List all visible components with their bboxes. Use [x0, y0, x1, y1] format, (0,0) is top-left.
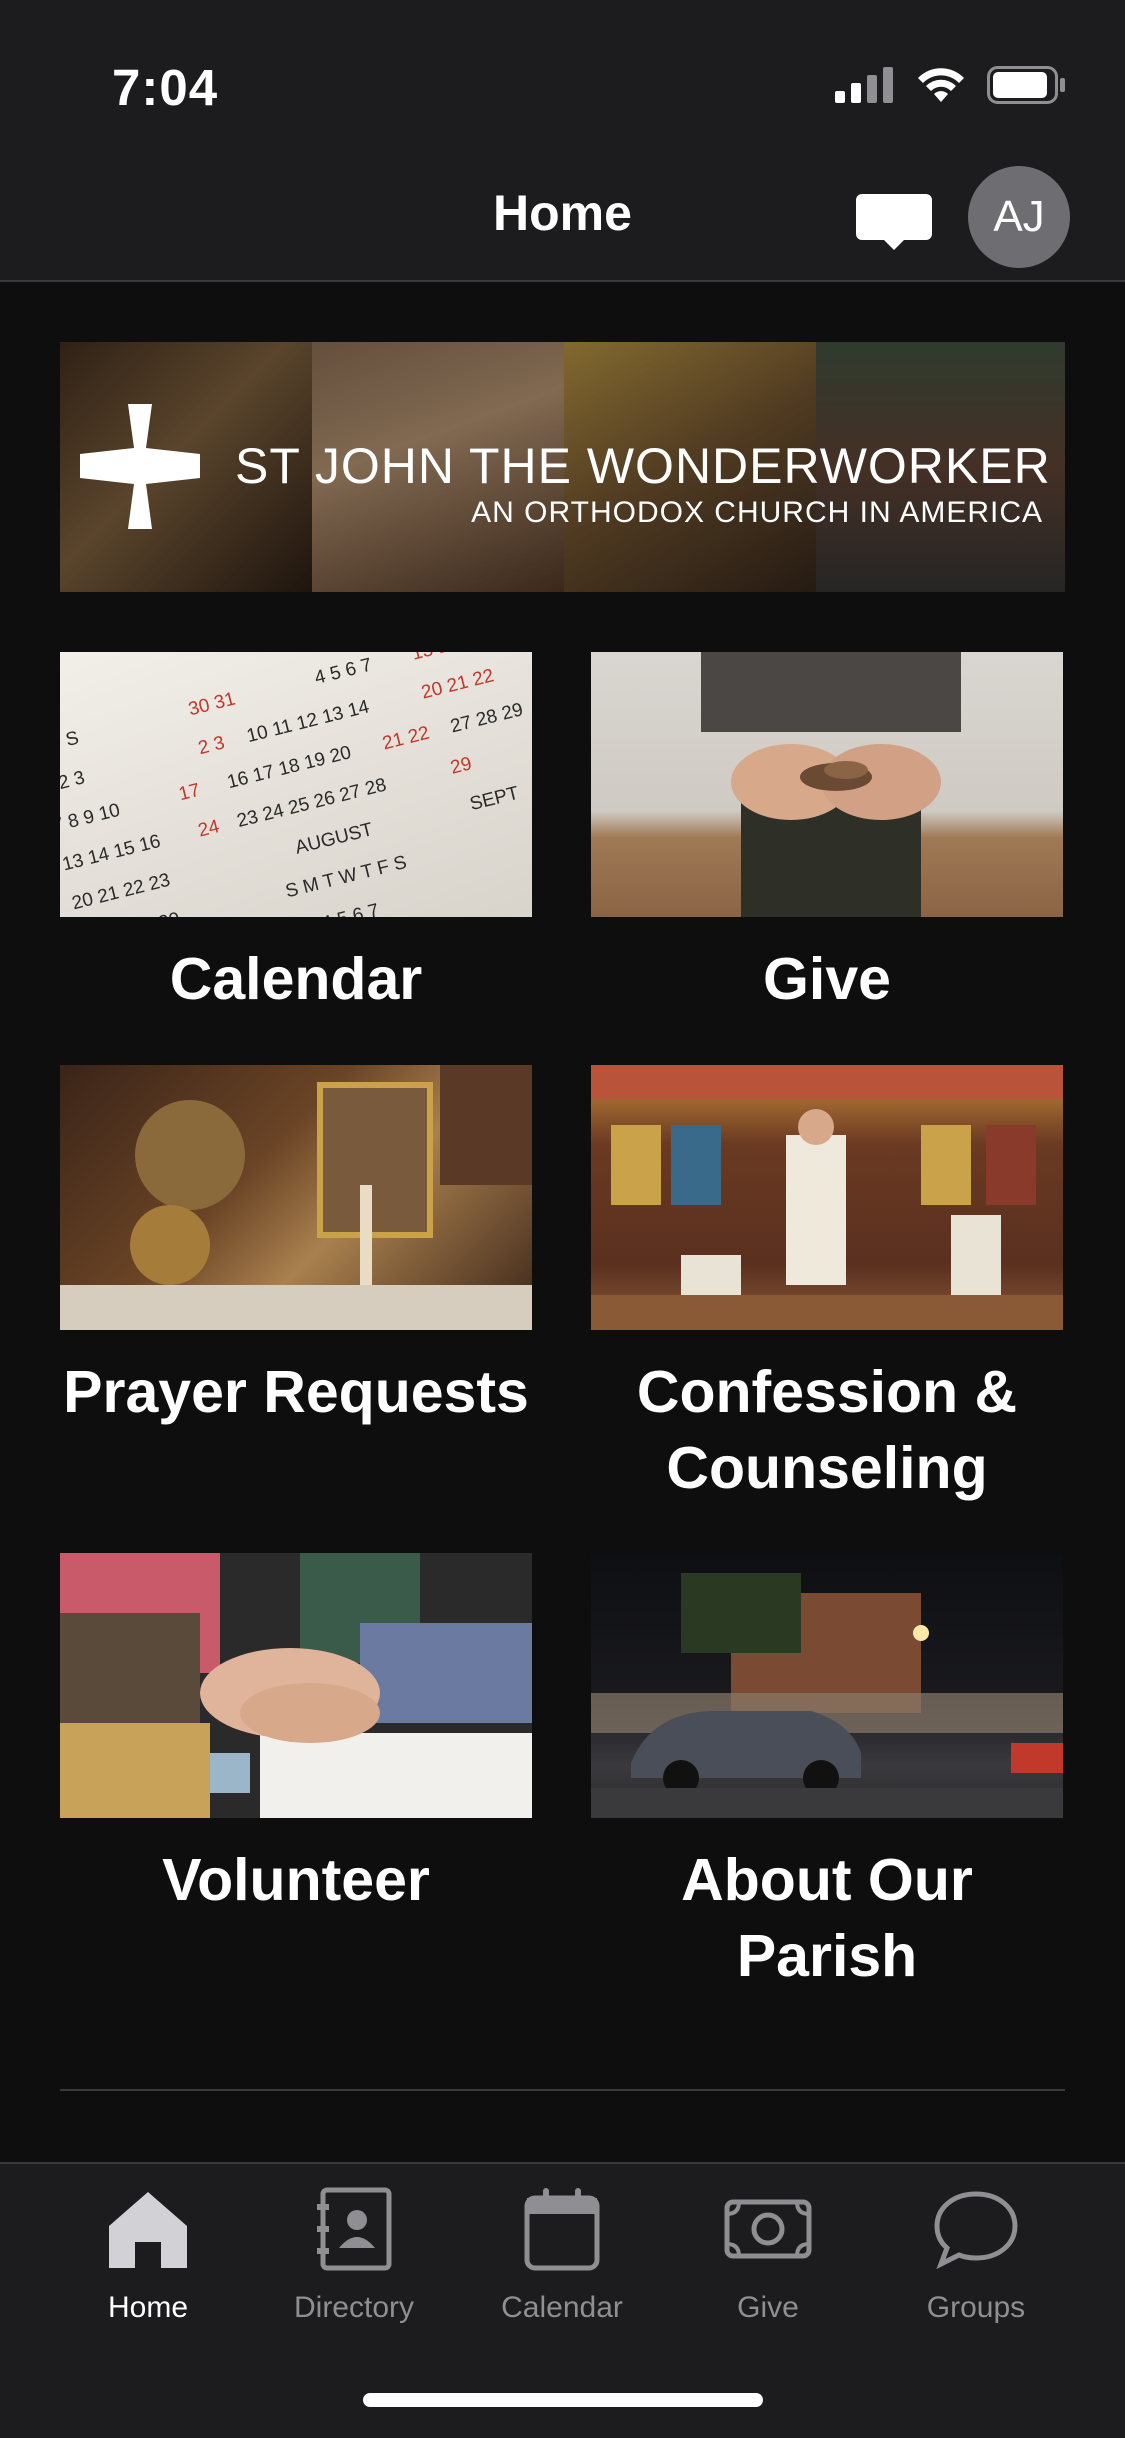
avatar[interactable]: AJ — [968, 166, 1070, 268]
tile-prayer-requests-label: Prayer Requests — [63, 1359, 529, 1425]
tile-calendar-label: Calendar — [169, 946, 423, 1012]
tab-directory-label: Directory — [293, 2291, 414, 2324]
main-content: ST JOHN THE WONDERWORKER AN ORTHODOX CHU… — [0, 282, 1125, 2162]
tile-volunteer-label: Volunteer — [162, 1847, 430, 1913]
chat-icon — [934, 2191, 1018, 2270]
tile-give-label: Give — [763, 946, 891, 1012]
svg-text:S M T W T F S: S M T W T F S — [283, 852, 409, 902]
church-interior-photo-art — [591, 1065, 1063, 1330]
tab-directory[interactable]: Directory — [254, 2184, 454, 2325]
banner-title: ST JOHN THE WONDERWORKER — [235, 438, 1051, 494]
signal-icon — [835, 67, 893, 103]
banner-subtitle: AN ORTHODOX CHURCH IN AMERICA — [471, 496, 1043, 529]
night-street-photo-art — [591, 1573, 1063, 1818]
tile-confession-counseling[interactable]: Confession & Counseling — [591, 1065, 1063, 1506]
home-icon — [109, 2192, 187, 2268]
tab-calendar-label: Calendar — [501, 2291, 623, 2324]
nav-header: Home AJ — [0, 140, 1125, 282]
svg-text:20 21 22 23: 20 21 22 23 — [70, 870, 172, 915]
give-image — [591, 652, 1063, 917]
svg-text:AUGUST: AUGUST — [293, 819, 375, 859]
svg-text:30 31: 30 31 — [186, 689, 237, 721]
orthodox-cross-icon — [80, 404, 200, 529]
calendar-image: T F S 30 31 4 5 6 7 13 14 15 1 2 3 2 3 10 11 … — [60, 652, 532, 917]
contact-book-icon — [317, 2187, 392, 2271]
divider — [60, 2089, 1065, 2091]
svg-text:10 11 12 13 14: 10 11 12 13 14 — [245, 696, 372, 747]
confession-image — [591, 1065, 1063, 1330]
svg-text:SEPT: SEPT — [468, 783, 522, 815]
tile-calendar[interactable]: T F S 30 31 4 5 6 7 13 14 15 1 2 3 2 3 10 11 … — [60, 652, 532, 1017]
svg-text:1 2 3 4 5 6 7: 1 2 3 4 5 6 7 — [274, 900, 382, 917]
svg-text:20 21 22: 20 21 22 — [419, 665, 496, 703]
tab-give-label: Give — [737, 2291, 799, 2324]
messages-button[interactable] — [854, 182, 934, 262]
tab-home-label: Home — [107, 2291, 189, 2324]
svg-text:21 22: 21 22 — [380, 723, 431, 755]
church-banner[interactable]: ST JOHN THE WONDERWORKER AN ORTHODOX CHU… — [60, 342, 1065, 592]
status-time: 7:04 — [112, 59, 219, 116]
svg-text:7 8 9 10: 7 8 9 10 — [60, 800, 122, 837]
home-indicator — [363, 2393, 763, 2407]
svg-text:13 14 15: 13 14 15 — [410, 652, 487, 665]
tab-calendar[interactable]: Calendar — [462, 2184, 662, 2325]
tab-give[interactable]: Give — [668, 2184, 868, 2325]
money-icon — [724, 2199, 812, 2259]
svg-text:1 2 3: 1 2 3 — [60, 767, 87, 798]
page-title: Home — [493, 185, 632, 241]
tab-groups-label: Groups — [926, 2291, 1026, 2324]
battery-icon — [987, 66, 1065, 104]
calendar-icon — [524, 2188, 600, 2271]
svg-text:2 3: 2 3 — [196, 732, 227, 759]
tile-confession-counseling-label: Confession & Counseling — [636, 1359, 1018, 1501]
svg-text:24: 24 — [196, 816, 222, 842]
volunteer-image — [60, 1553, 532, 1818]
hands-photo-art — [60, 1553, 532, 1818]
svg-text:29: 29 — [448, 753, 474, 778]
chat-bubble-icon — [856, 194, 932, 250]
svg-text:T F S: T F S — [60, 728, 81, 760]
svg-text:27 28 29: 27 28 29 — [448, 699, 525, 737]
prayer-requests-image — [60, 1065, 532, 1330]
tile-volunteer[interactable]: Volunteer — [60, 1553, 532, 1918]
tab-groups[interactable]: Groups — [876, 2184, 1076, 2325]
censer-photo-art — [60, 1065, 532, 1330]
give-photo-art — [701, 652, 961, 917]
status-icons — [835, 66, 1067, 104]
tile-about-parish-label: About Our Parish — [681, 1847, 973, 1989]
status-bar: 7:04 — [0, 0, 1125, 140]
calendar-photo-art: T F S 30 31 4 5 6 7 13 14 15 1 2 3 2 3 10 11 … — [60, 652, 525, 917]
about-parish-image — [591, 1553, 1063, 1818]
tile-give[interactable]: Give — [591, 652, 1063, 1017]
svg-text:16 17 18 19 20: 16 17 18 19 20 — [225, 742, 353, 793]
tile-prayer-requests[interactable]: Prayer Requests — [60, 1065, 532, 1430]
svg-text:4 5 6 7: 4 5 6 7 — [313, 655, 374, 689]
wifi-icon — [918, 68, 964, 102]
tile-about-parish[interactable]: About Our Parish — [591, 1553, 1063, 1994]
tab-home[interactable]: Home — [48, 2184, 248, 2325]
svg-text:27 28 29 30: 27 28 29 30 — [80, 908, 182, 917]
svg-text:13 14 15 16: 13 14 15 16 — [60, 831, 162, 876]
svg-text:17: 17 — [177, 780, 203, 805]
